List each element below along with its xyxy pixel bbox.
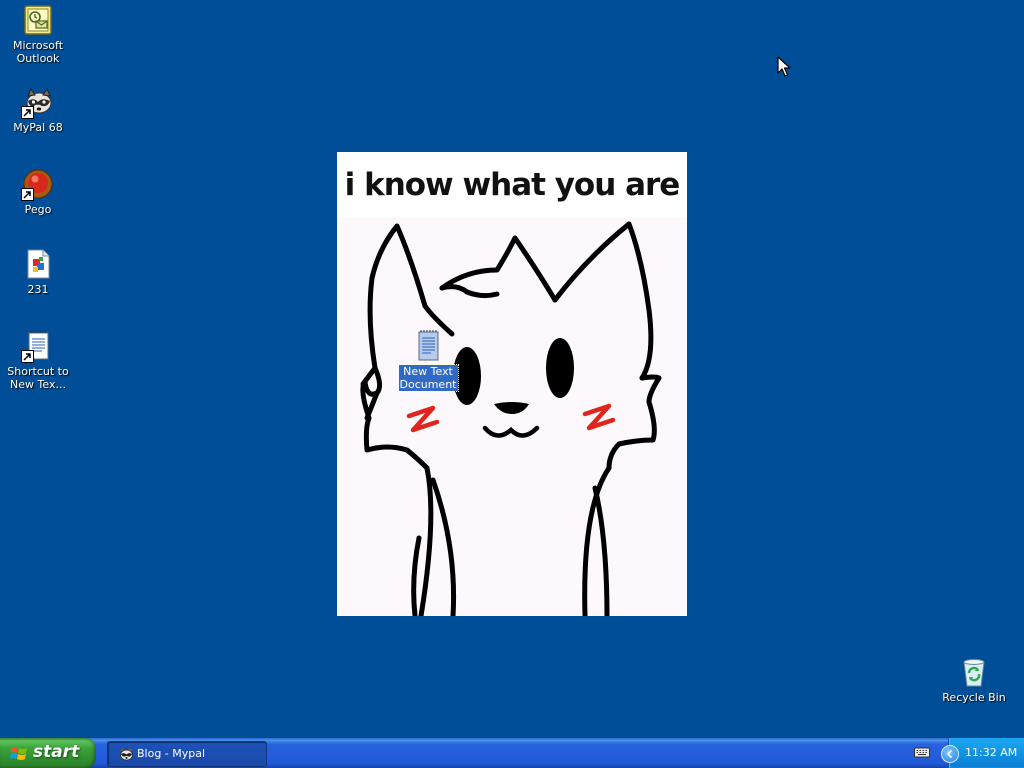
clock[interactable]: 11:32 AM bbox=[965, 746, 1017, 759]
desktop[interactable]: Microsoft Outlook MyPal 68 Pego 231 Shor… bbox=[0, 0, 1024, 738]
shortcut-arrow-icon bbox=[21, 350, 34, 363]
windows-logo-icon bbox=[10, 745, 28, 762]
white-cartoon-cat bbox=[360, 221, 662, 616]
desktop-icon-label: Pego bbox=[24, 203, 52, 216]
desktop-icon-recycle-bin[interactable]: Recycle Bin bbox=[936, 656, 1012, 704]
text-document-icon bbox=[412, 330, 444, 362]
image-file-icon bbox=[22, 248, 54, 280]
taskbar: start Blog - Mypal 11:32 AM bbox=[0, 738, 1024, 768]
recycle-bin-icon bbox=[958, 656, 990, 688]
start-label: start bbox=[33, 742, 80, 762]
desktop-icon-label: New Text Document bbox=[397, 364, 459, 392]
system-tray: 11:32 AM bbox=[941, 738, 1024, 768]
desktop-icon-label: Microsoft Outlook bbox=[12, 39, 64, 65]
desktop-icon-label: Shortcut to New Tex... bbox=[7, 365, 69, 391]
keyboard-icon[interactable] bbox=[914, 746, 930, 759]
pego-icon bbox=[21, 168, 54, 201]
desktop-icon-label: 231 bbox=[27, 283, 49, 296]
outlook-icon bbox=[22, 4, 54, 36]
shortcut-arrow-icon bbox=[21, 188, 34, 201]
desktop-icon-pego[interactable]: Pego bbox=[0, 168, 76, 216]
raccoon-browser-icon bbox=[118, 746, 134, 762]
raccoon-browser-icon bbox=[21, 86, 54, 119]
show-hidden-icons-arrow[interactable] bbox=[941, 745, 959, 763]
desktop-icon-label: Recycle Bin bbox=[942, 691, 1006, 704]
desktop-icon-231[interactable]: 231 bbox=[0, 248, 76, 296]
meme-caption: i know what you are bbox=[337, 152, 687, 218]
mouse-pointer-icon bbox=[777, 56, 791, 78]
desktop-icon-label: MyPal 68 bbox=[13, 121, 63, 134]
desktop-icon-mypal-68[interactable]: MyPal 68 bbox=[0, 86, 76, 134]
start-button[interactable]: start bbox=[0, 738, 96, 768]
desktop-icon-microsoft-outlook[interactable]: Microsoft Outlook bbox=[0, 4, 76, 65]
taskbar-button-label: Blog - Mypal bbox=[137, 747, 206, 760]
shortcut-arrow-icon bbox=[21, 106, 34, 119]
desktop-icon-shortcut-to-new-text[interactable]: Shortcut to New Tex... bbox=[0, 330, 76, 391]
desktop-icon-new-text-document[interactable]: New Text Document bbox=[390, 330, 466, 392]
taskbar-button-blog-mypal[interactable]: Blog - Mypal bbox=[107, 741, 267, 767]
notepad-shortcut-icon bbox=[21, 330, 54, 363]
